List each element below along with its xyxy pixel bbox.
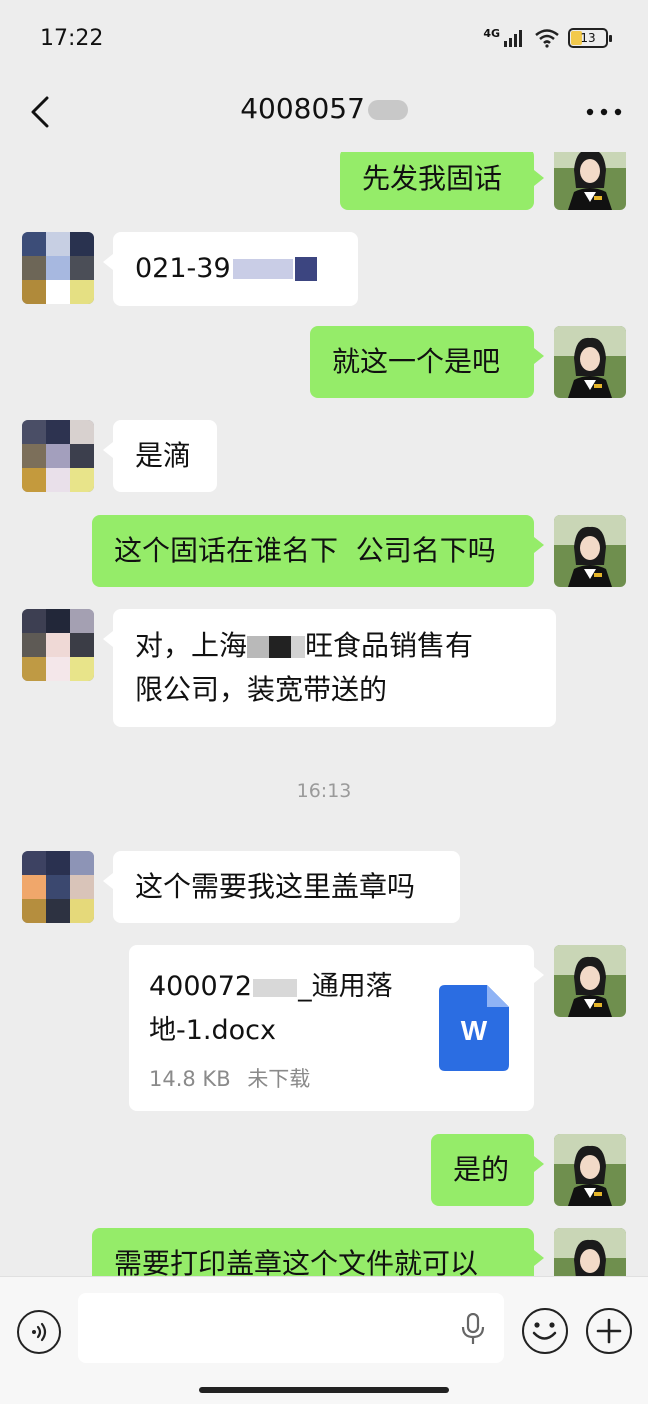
file-name: 400072 _通用落 地-1.docx	[149, 965, 419, 1053]
avatar-photo	[554, 1228, 626, 1276]
message-bubble[interactable]: 需要打印盖章这个文件就可以	[92, 1228, 544, 1276]
wifi-icon	[535, 29, 559, 48]
message-bubble[interactable]: 是的	[431, 1134, 544, 1206]
message-text: 需要打印盖章这个文件就可以	[114, 1247, 479, 1276]
message-bubble[interactable]: 这个固话在谁名下 公司名下吗	[92, 515, 544, 587]
chat-title: 4008057	[0, 92, 648, 125]
redaction-block	[294, 257, 317, 281]
message-line: 限公司，装宽带送的	[135, 673, 388, 706]
file-name-line: 地-1.docx	[149, 1015, 276, 1046]
voice-icon	[32, 1322, 47, 1342]
more-actions-button[interactable]	[586, 1308, 632, 1354]
timestamp: 16:13	[296, 780, 352, 802]
message-text: 021-39	[135, 253, 231, 284]
file-message-card[interactable]: 400072 _通用落 地-1.docx 14.8 KB 未下载 W	[129, 945, 544, 1111]
contact-avatar[interactable]	[22, 851, 94, 923]
message-text: 旺食品销售有	[305, 629, 474, 662]
message-text: 是滴	[135, 439, 192, 472]
avatar-photo	[554, 326, 626, 398]
message-text: 这个需要我这里盖章吗	[135, 870, 416, 903]
signal-icon	[504, 30, 522, 47]
contact-avatar[interactable]	[22, 420, 94, 492]
message-bubble[interactable]: 是滴	[103, 420, 217, 492]
message-bubble[interactable]: 021-39	[103, 232, 358, 306]
file-name-part: 400072	[149, 971, 253, 1002]
mic-button[interactable]	[458, 1312, 488, 1345]
emoji-icon	[532, 1322, 557, 1340]
battery-level: 13	[580, 31, 596, 45]
my-avatar[interactable]	[554, 326, 626, 398]
contact-avatar[interactable]	[22, 609, 94, 681]
redaction-block	[269, 636, 292, 658]
message-bubble[interactable]: 这个需要我这里盖章吗	[103, 851, 460, 923]
redaction-block	[232, 259, 293, 279]
message-bubble[interactable]: 就这一个是吧	[310, 326, 544, 398]
file-meta: 14.8 KB 未下载	[149, 1063, 310, 1093]
redaction-block	[247, 636, 270, 658]
chat-header: 4008057	[0, 80, 648, 152]
avatar-photo	[554, 945, 626, 1017]
more-icon	[586, 108, 622, 116]
emoji-button[interactable]	[522, 1308, 568, 1354]
avatar-mosaic	[22, 232, 94, 304]
battery-icon: 13	[568, 28, 612, 48]
redaction-block	[291, 636, 306, 658]
voice-mode-button[interactable]	[17, 1310, 61, 1354]
message-line: 对，上海 旺食品销售有	[135, 624, 534, 668]
message-text: 对，上海	[135, 629, 248, 662]
avatar-photo	[554, 152, 626, 210]
my-avatar[interactable]	[554, 1134, 626, 1206]
doc-icon-letter: W	[460, 1015, 488, 1046]
word-doc-icon: W	[439, 985, 509, 1071]
home-indicator[interactable]	[199, 1387, 449, 1393]
file-name-part: _通用落	[298, 971, 393, 1002]
more-button[interactable]	[582, 92, 626, 132]
network-type: 4G	[483, 26, 500, 40]
file-size: 14.8 KB	[149, 1067, 231, 1091]
message-bubble[interactable]: 对，上海 旺食品销售有 限公司，装宽带送的	[103, 609, 556, 727]
message-bubble[interactable]: 先发我固话	[340, 152, 544, 210]
mic-icon	[461, 1312, 485, 1344]
message-input[interactable]	[78, 1293, 504, 1363]
title-redaction	[367, 100, 408, 120]
message-text: 是的	[453, 1153, 510, 1186]
my-avatar[interactable]	[554, 1228, 626, 1276]
my-avatar[interactable]	[554, 152, 626, 210]
avatar-photo	[554, 1134, 626, 1206]
status-icons: 4G 13	[483, 26, 612, 48]
avatar-mosaic	[22, 609, 94, 681]
plus-icon	[596, 1318, 622, 1344]
message-text: 先发我固话	[362, 162, 503, 195]
chat-title-text: 4008057	[240, 92, 365, 125]
chat-area[interactable]: 先发我固话 021-39 就这一个是吧 是滴 这个固话在谁名下 公司名下吗 对，…	[0, 152, 648, 1276]
file-name-line: 400072 _通用落	[149, 965, 419, 1009]
avatar-mosaic	[22, 851, 94, 923]
avatar-mosaic	[22, 420, 94, 492]
input-bar	[0, 1276, 648, 1404]
message-text: 就这一个是吧	[332, 345, 501, 378]
status-time: 17:22	[40, 26, 104, 51]
redaction-block	[253, 978, 298, 997]
avatar-photo	[554, 515, 626, 587]
my-avatar[interactable]	[554, 945, 626, 1017]
download-status: 未下载	[247, 1067, 311, 1091]
message-text: 这个固话在谁名下 公司名下吗	[114, 534, 496, 567]
status-bar: 17:22 4G 13	[0, 0, 648, 80]
my-avatar[interactable]	[554, 515, 626, 587]
contact-avatar[interactable]	[22, 232, 94, 304]
